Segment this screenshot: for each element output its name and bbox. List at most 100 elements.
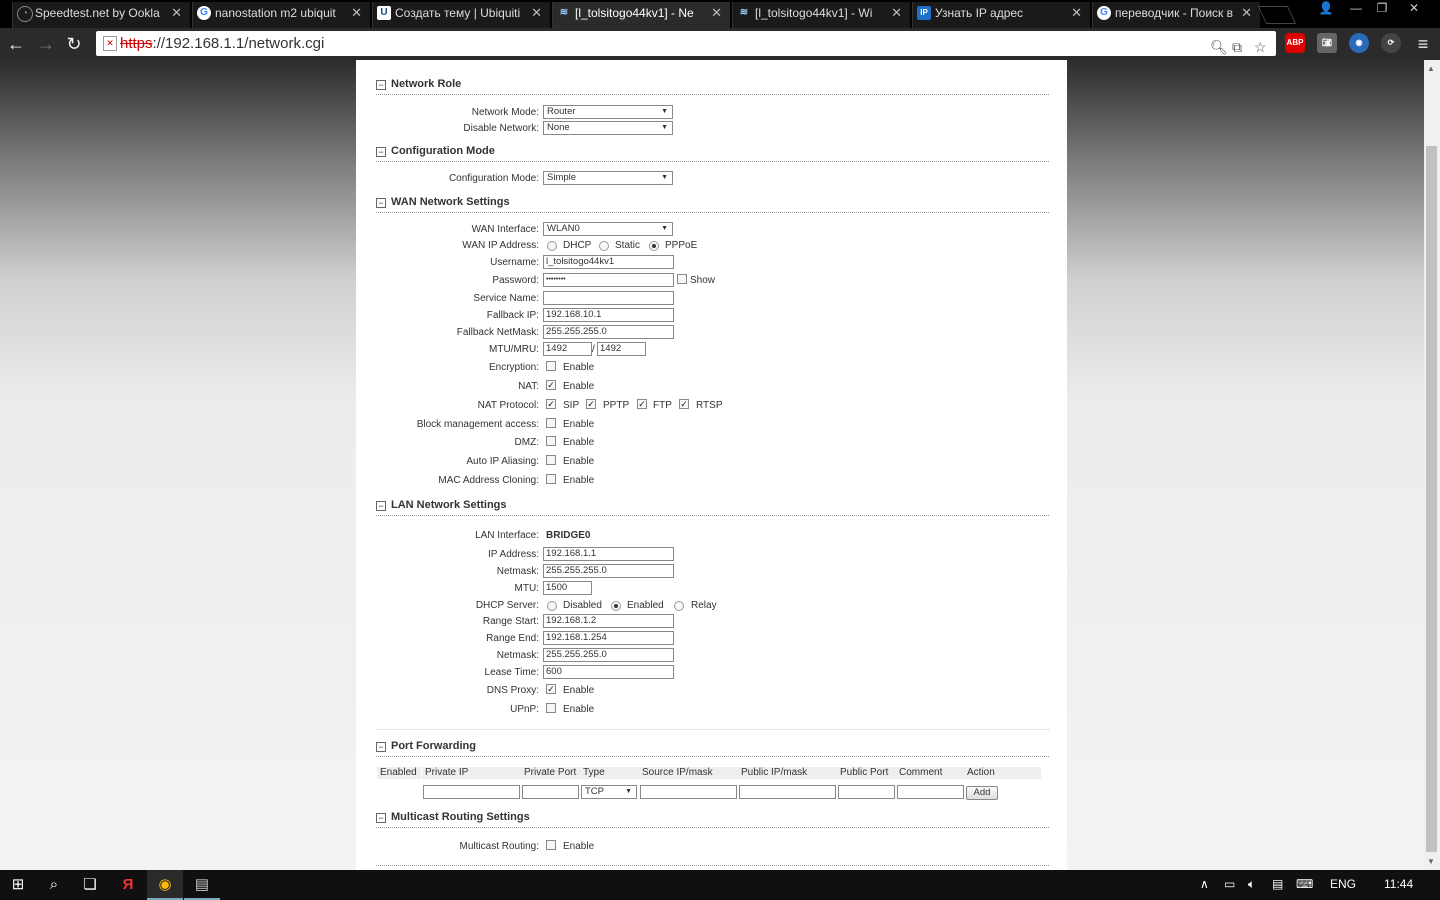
tab-translator[interactable]: G переводчик - Поиск в ✕ [1092, 2, 1260, 28]
dhcp-enabled-radio[interactable] [611, 601, 621, 611]
translate-icon[interactable]: ⧉ [1232, 35, 1242, 60]
range-end-input[interactable]: 192.168.1.254 [543, 631, 674, 645]
task-view-icon[interactable]: ❏ [80, 875, 100, 895]
sync-icon[interactable]: ⟳ [1381, 33, 1401, 53]
dns-proxy-checkbox[interactable]: ✓ [546, 684, 556, 694]
insecure-lock-icon[interactable]: ✕ [103, 36, 117, 51]
search-icon[interactable]: ⌕ [44, 875, 64, 895]
wan-dhcp-radio[interactable] [547, 241, 557, 251]
scrollbar-thumb[interactable] [1426, 146, 1437, 852]
yandex-browser-app[interactable]: Я [110, 870, 146, 900]
password-input[interactable]: •••••••• [543, 273, 674, 287]
zoom-icon[interactable]: 🔍︎ [1210, 35, 1228, 60]
wan-interface-select[interactable]: WLAN0 ▼ [543, 222, 673, 236]
address-bar[interactable]: ✕ https://192.168.1.1/network.cgi 🔍︎ ⧉ ☆ [96, 31, 1276, 56]
camera-icon[interactable]: 📷︎ [1317, 33, 1337, 53]
range-start-input[interactable]: 192.168.1.2 [543, 614, 674, 628]
upnp-checkbox[interactable] [546, 703, 556, 713]
close-icon[interactable]: ✕ [891, 2, 902, 24]
close-icon[interactable]: ✕ [351, 2, 362, 24]
mtu-input[interactable]: 1492 [543, 342, 592, 356]
lease-time-input[interactable]: 600 [543, 665, 674, 679]
wan-pppoe-radio[interactable] [649, 241, 659, 251]
network-mode-select[interactable]: Router ▼ [543, 105, 673, 119]
forward-icon[interactable]: → [36, 34, 56, 54]
private-port-input[interactable] [522, 785, 579, 799]
dhcp-netmask-input[interactable]: 255.255.255.0 [543, 648, 674, 662]
dmz-checkbox[interactable] [546, 436, 556, 446]
page-scrollbar[interactable]: ▲ ▼ [1424, 60, 1440, 870]
fallback-ip-input[interactable]: 192.168.10.1 [543, 308, 674, 322]
lan-mtu-input[interactable]: 1500 [543, 581, 592, 595]
collapse-icon[interactable]: − [376, 501, 386, 511]
document-app[interactable]: ▤ [184, 870, 220, 900]
lan-ip-input[interactable]: 192.168.1.1 [543, 547, 674, 561]
multicast-routing-checkbox[interactable] [546, 840, 556, 850]
nat-pptp-checkbox[interactable]: ✓ [586, 399, 596, 409]
chevron-up-icon[interactable]: ∧ [1200, 877, 1209, 891]
clock[interactable]: 11:44 [1384, 877, 1413, 891]
menu-icon[interactable]: ≡ [1413, 34, 1433, 54]
collapse-icon[interactable]: − [376, 742, 386, 752]
user-icon[interactable]: 👤 [1314, 0, 1338, 16]
scroll-up-icon[interactable]: ▲ [1427, 64, 1435, 73]
close-window-icon[interactable]: ✕ [1402, 0, 1426, 16]
notifications-icon[interactable]: ▤ [1272, 877, 1283, 891]
lan-netmask-input[interactable]: 255.255.255.0 [543, 564, 674, 578]
close-icon[interactable]: ✕ [531, 2, 542, 24]
nat-checkbox[interactable]: ✓ [546, 380, 556, 390]
dhcp-relay-radio[interactable] [674, 601, 684, 611]
private-ip-input[interactable] [423, 785, 520, 799]
language-indicator[interactable]: ENG [1330, 877, 1356, 891]
tab-speedtest[interactable]: ◔ Speedtest.net by Ookla ✕ [12, 2, 190, 28]
auto-ip-aliasing-checkbox[interactable] [546, 455, 556, 465]
add-button[interactable]: Add [966, 786, 998, 800]
restore-icon[interactable]: ❐ [1370, 0, 1394, 16]
dhcp-disabled-radio[interactable] [547, 601, 557, 611]
volume-icon[interactable]: 🔈︎ [1248, 877, 1255, 892]
source-ip-input[interactable] [640, 785, 737, 799]
close-icon[interactable]: ✕ [711, 2, 722, 24]
tab-ip-lookup[interactable]: IP Узнать IP адрес ✕ [912, 2, 1090, 28]
globe-icon[interactable]: ◉ [1349, 33, 1369, 53]
chrome-app[interactable]: ◉ [147, 870, 183, 900]
public-port-input[interactable] [838, 785, 895, 799]
nat-ftp-checkbox[interactable]: ✓ [637, 399, 647, 409]
show-password-checkbox[interactable] [677, 274, 687, 284]
star-icon[interactable]: ☆ [1254, 35, 1267, 60]
tab-wireless[interactable]: ≋ [l_tolsitogo44kv1] - Wi ✕ [732, 2, 910, 28]
wan-static-radio[interactable] [599, 241, 609, 251]
close-icon[interactable]: ✕ [1241, 2, 1252, 24]
nat-sip-checkbox[interactable]: ✓ [546, 399, 556, 409]
tab-ubiquiti-forum[interactable]: U Создать тему | Ubiquiti ✕ [372, 2, 550, 28]
mac-cloning-checkbox[interactable] [546, 474, 556, 484]
collapse-icon[interactable]: − [376, 813, 386, 823]
close-icon[interactable]: ✕ [1071, 2, 1082, 24]
collapse-icon[interactable]: − [376, 80, 386, 90]
comment-input[interactable] [897, 785, 964, 799]
username-input[interactable]: l_tolsitogo44kv1 [543, 255, 674, 269]
collapse-icon[interactable]: − [376, 198, 386, 208]
close-icon[interactable]: ✕ [171, 2, 182, 24]
type-select[interactable]: TCP ▼ [581, 785, 637, 799]
public-ip-input[interactable] [739, 785, 836, 799]
configuration-mode-select[interactable]: Simple ▼ [543, 171, 673, 185]
network-icon[interactable]: ▭ [1224, 877, 1235, 891]
tab-network-active[interactable]: ≋ [l_tolsitogo44kv1] - Ne ✕ [552, 2, 730, 28]
minimize-icon[interactable]: — [1344, 0, 1368, 16]
reload-icon[interactable]: ↻ [64, 34, 84, 54]
back-icon[interactable]: ← [6, 34, 26, 54]
windows-start-icon[interactable]: ⊞ [8, 875, 28, 895]
mru-input[interactable]: 1492 [597, 342, 646, 356]
service-name-input[interactable] [543, 291, 674, 305]
nat-rtsp-checkbox[interactable]: ✓ [679, 399, 689, 409]
tab-google-search[interactable]: G nanostation m2 ubiquit ✕ [192, 2, 370, 28]
keyboard-icon[interactable]: ⌨ [1296, 877, 1313, 891]
fallback-netmask-input[interactable]: 255.255.255.0 [543, 325, 674, 339]
collapse-icon[interactable]: − [376, 147, 386, 157]
adblock-icon[interactable]: ABP [1285, 33, 1305, 53]
scroll-down-icon[interactable]: ▼ [1427, 857, 1435, 866]
new-tab-button[interactable] [1257, 6, 1297, 24]
disable-network-select[interactable]: None ▼ [543, 121, 673, 135]
encryption-checkbox[interactable] [546, 361, 556, 371]
